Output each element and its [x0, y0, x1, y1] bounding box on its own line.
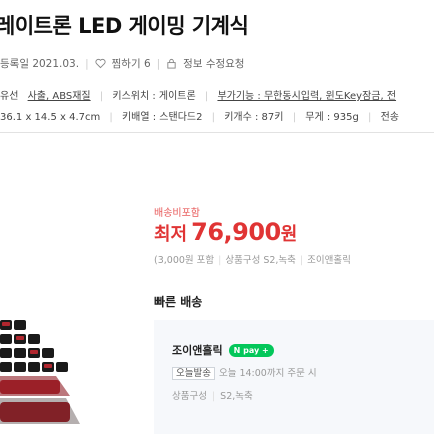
spec-keys: 키개수 : 87키 [224, 112, 284, 123]
price-meta: (3,000원 포함 | 상품구성 S2,녹축 | 조이앤홀릭 [154, 252, 351, 266]
today-shipping: 오늘발송 오늘 14:00까지 주문 시 [172, 365, 317, 380]
price-seller[interactable]: 조이앤홀릭 [307, 255, 351, 266]
delivery-composition: 상품구성 | S2,녹축 [172, 388, 253, 402]
fast-delivery-heading: 빠른 배송 [154, 295, 203, 309]
store-name[interactable]: 조이앤홀릭 [172, 342, 223, 358]
lock-icon [167, 58, 176, 69]
divider: | [211, 391, 216, 402]
spec-line-1: 유선 사출, ABS재질 | 키스위치 : 게이트론 | 부가기능 : 무한동시… [0, 87, 402, 102]
composition-label: 상품구성 [172, 391, 207, 402]
product-title: 레이트론 LED 게이밍 기계식 [0, 14, 249, 38]
divider: | [109, 112, 113, 123]
heart-icon[interactable] [95, 58, 106, 69]
composition-value: S2,녹축 [220, 391, 253, 402]
registered-date: 등록일 2021.03. [0, 58, 80, 70]
shipping-fee: (3,000원 포함 [154, 255, 215, 266]
divider: | [218, 255, 222, 266]
spec-connection: 유선 [0, 91, 19, 102]
lowest-label: 최저 [154, 224, 188, 245]
report-link[interactable]: 정보 수정요청 [183, 56, 244, 71]
section-divider [0, 132, 434, 133]
keyboard-product-image[interactable] [0, 312, 150, 434]
wishlist-button[interactable]: 찜하기 6 [112, 56, 151, 71]
store-row: 조이앤홀릭 N pay + [172, 342, 274, 358]
spec-weight: 무게 : 935g [305, 112, 359, 123]
spec-size: 36.1 x 14.5 x 4.7cm [0, 112, 101, 123]
divider: | [211, 112, 216, 123]
spec-layout: 키배열 : 스탠다드2 [121, 112, 203, 123]
divider: | [292, 112, 297, 123]
today-text: 오늘 14:00까지 주문 시 [218, 368, 317, 379]
spec-switch: 키스위치 : 게이트론 [112, 91, 196, 102]
spec-material[interactable]: 사출, ABS재질 [28, 91, 91, 102]
spec-features[interactable]: 부가기능 : 무한동시입력, 윈도Key잠금, 전 [217, 91, 396, 102]
delivery-card[interactable]: 조이앤홀릭 N pay + 오늘발송 오늘 14:00까지 주문 시 상품구성 | S… [154, 320, 434, 434]
lowest-price[interactable]: 최저 76,900원 [154, 218, 297, 246]
divider: | [85, 57, 89, 70]
today-badge: 오늘발송 [172, 367, 215, 380]
divider: | [156, 57, 161, 70]
divider: | [299, 255, 304, 266]
divider: | [99, 91, 104, 102]
npay-badge: N pay + [228, 343, 274, 357]
shipping-included-label: 배송비포함 [154, 208, 200, 219]
price-composition: 상품구성 S2,녹축 [225, 255, 296, 266]
spec-line-2: 36.1 x 14.5 x 4.7cm | 키배열 : 스탠다드2 | 키개수 … [0, 108, 405, 123]
price-currency: 원 [280, 224, 298, 245]
spec-transmission: 전송 [380, 112, 399, 123]
divider: | [204, 91, 209, 102]
price-amount: 76,900 [191, 218, 281, 246]
divider: | [368, 112, 372, 123]
product-meta: 등록일 2021.03. | 찜하기 6 | 정보 수정요청 [0, 56, 244, 71]
